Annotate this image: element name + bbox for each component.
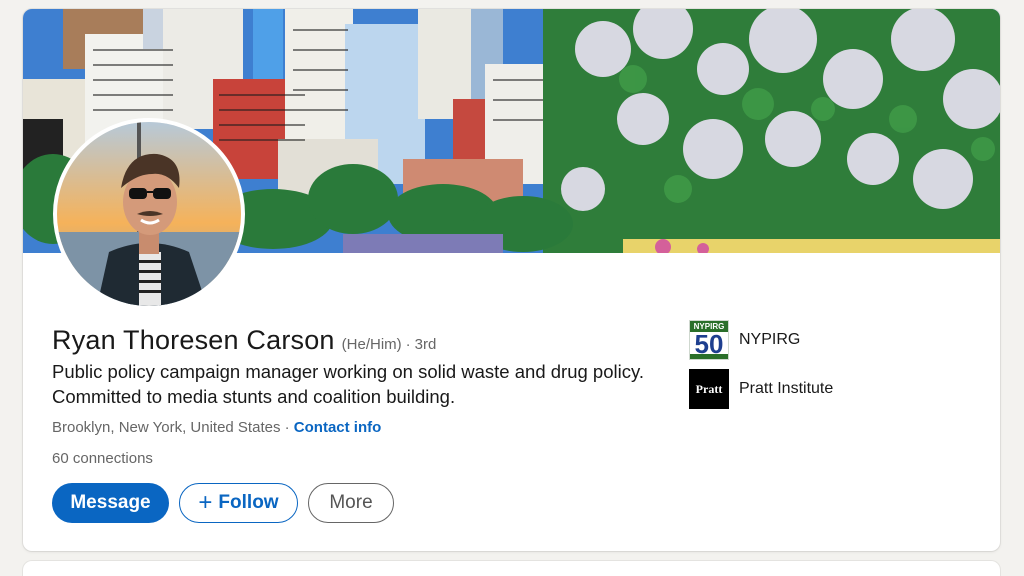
pratt-logo-icon: Pratt — [689, 369, 729, 409]
organizations-list: NYPIRG 50 NYPIRG Pratt Pratt Institute — [689, 320, 833, 418]
location-row: Brooklyn, New York, United States · Cont… — [52, 419, 381, 436]
connection-degree: 3rd — [414, 336, 437, 353]
message-button[interactable]: Message — [52, 483, 169, 523]
follow-button[interactable]: + Follow — [179, 483, 298, 523]
profile-name: Ryan Thoresen Carson — [52, 325, 335, 355]
org-name-pratt: Pratt Institute — [739, 380, 834, 397]
next-section-card — [23, 561, 1000, 576]
org-item-nypirg[interactable]: NYPIRG 50 NYPIRG — [689, 320, 833, 360]
org-name-nypirg: NYPIRG — [739, 331, 801, 348]
profile-headline: Public policy campaign manager working o… — [52, 361, 644, 407]
more-button[interactable]: More — [308, 483, 394, 523]
follow-label: Follow — [218, 492, 279, 513]
pronouns: (He/Him) — [341, 336, 402, 353]
profile-card: Ryan Thoresen Carson (He/Him) · 3rd Publ… — [23, 9, 1000, 551]
connections-count[interactable]: 60 connections — [52, 450, 153, 467]
plus-icon: + — [198, 489, 213, 516]
name-row: Ryan Thoresen Carson (He/Him) · 3rd — [52, 325, 436, 356]
avatar-image — [57, 122, 241, 306]
profile-photo[interactable] — [53, 118, 245, 310]
org-item-pratt[interactable]: Pratt Pratt Institute — [689, 369, 833, 409]
name-separator: · — [405, 336, 411, 353]
profile-actions: Message + Follow More — [52, 483, 394, 523]
location: Brooklyn, New York, United States — [52, 419, 281, 436]
location-separator: · — [280, 419, 294, 436]
contact-info-link[interactable]: Contact info — [294, 419, 382, 436]
nypirg-logo-icon: NYPIRG 50 — [689, 320, 729, 360]
